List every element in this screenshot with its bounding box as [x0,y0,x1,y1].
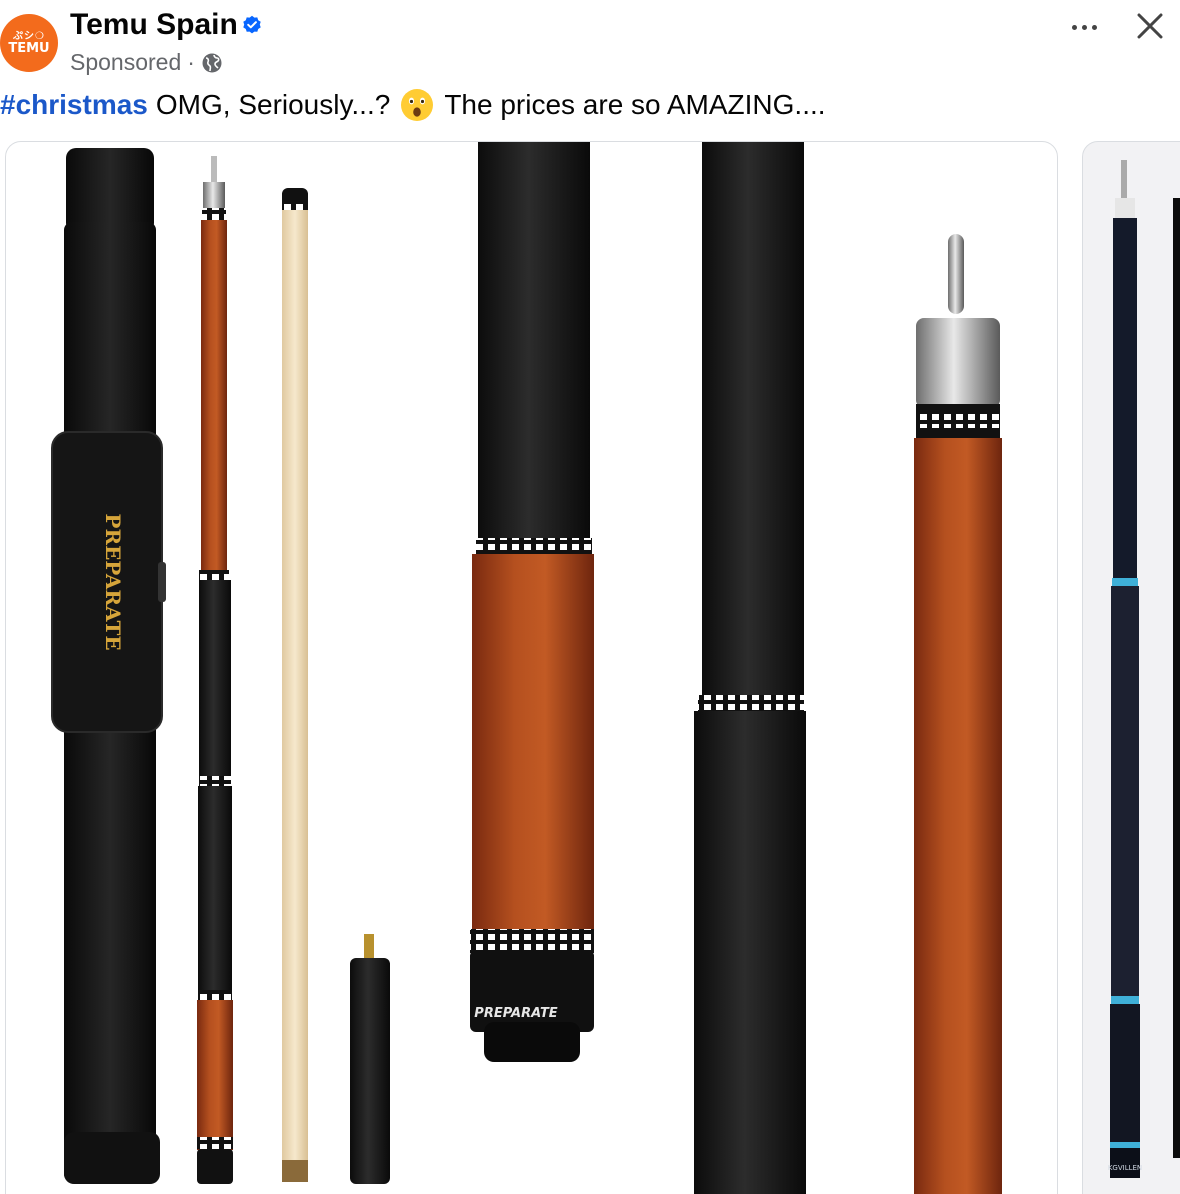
cue-shaft [282,188,308,1182]
close-icon[interactable] [1130,6,1170,46]
product-image-blue-cue: KGVILLEN [1108,160,1180,1178]
more-options-button[interactable] [1064,12,1104,42]
closeup-grip-wood: PREPARATE [470,142,594,1062]
card2-brand-text: KGVILLEN [1108,1164,1142,1172]
page-avatar[interactable]: ぷシ❍ TEMU [0,14,58,72]
cue-butt [197,156,233,1184]
carousel-card-2[interactable]: KGVILLEN [1082,141,1180,1194]
post-caption: #christmas OMG, Seriously...? The prices… [0,88,826,122]
verified-badge-icon [243,15,261,34]
more-options-icon [1071,24,1077,30]
avatar-logo-main: TEMU [8,40,50,56]
closeup-joint-pin [914,234,1002,1194]
caption-text-1: OMG, Seriously...? [155,89,391,120]
cue-case: PREPARATE [51,148,166,1184]
joint-brand-text: PREPARATE [474,1006,558,1021]
more-options-dot [1081,24,1087,30]
more-options-dot [1091,24,1097,30]
sponsored-label[interactable]: Sponsored [70,49,181,76]
post-header: ぷシ❍ TEMU Temu Spain Sponsored · [0,0,1180,90]
cue-extension [350,934,390,1184]
product-image-pool-cues: PREPARATE PREPARATE [51,142,1002,1194]
case-brand-text: PREPARATE [101,513,125,650]
meta-separator: · [187,49,195,75]
astonished-face-icon [401,89,434,121]
caption-text-2: The prices are so AMAZING.... [444,89,826,120]
avatar-logo-top: ぷシ❍ [13,30,45,42]
post-meta: Sponsored · [70,49,223,76]
closeup-grip [694,142,806,1194]
hashtag-link[interactable]: #christmas [0,89,148,121]
page-name-link[interactable]: Temu Spain [70,8,238,42]
carousel-card-1[interactable]: PREPARATE PREPARATE [5,141,1058,1194]
globe-icon [202,53,222,72]
